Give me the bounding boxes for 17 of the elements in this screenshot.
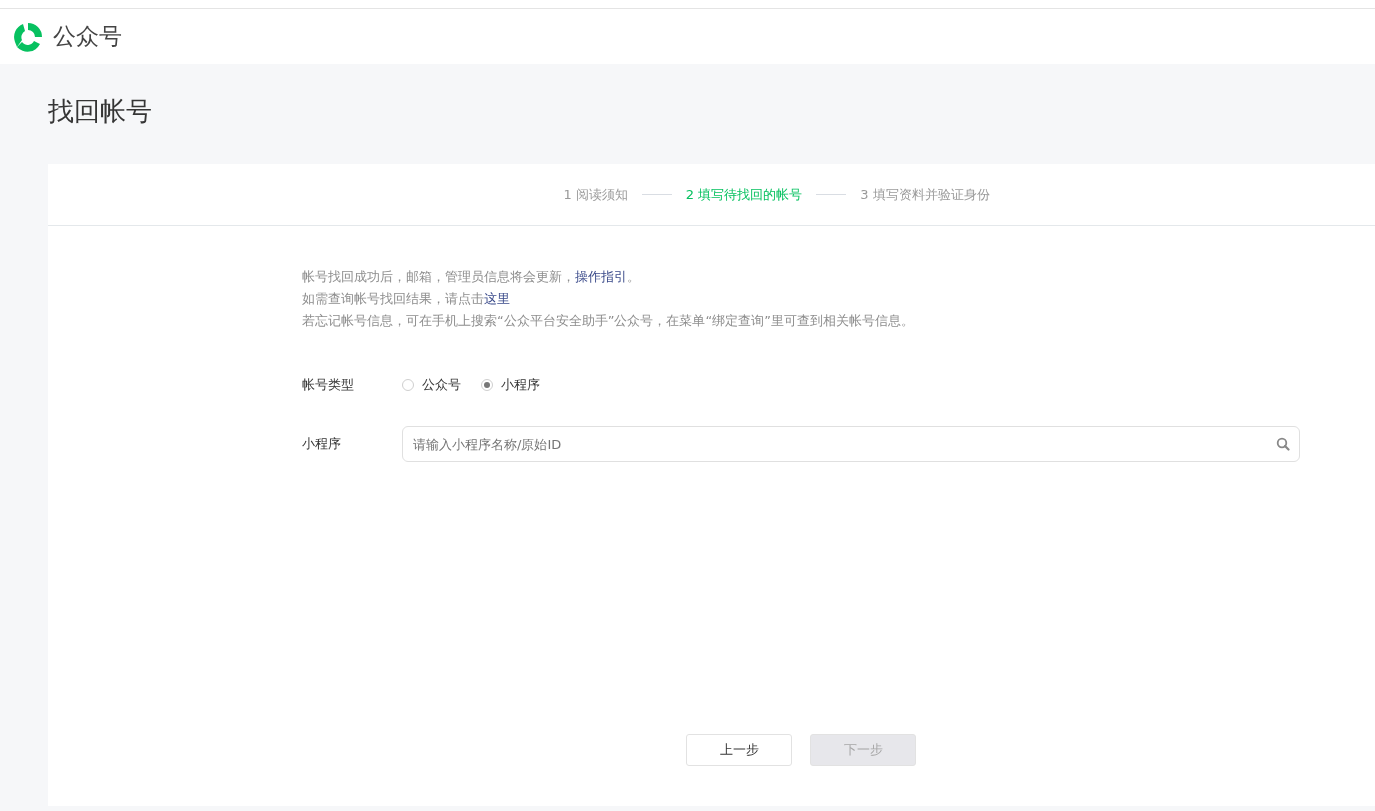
radio-option[interactable]: 小程序	[481, 376, 540, 394]
account-type-label: 帐号类型	[302, 376, 355, 394]
step-label: 1 阅读须知	[563, 185, 628, 204]
search-label: 小程序	[302, 435, 342, 453]
notice-text: 如需查询帐号找回结果，请点击这里	[302, 290, 511, 308]
step-label: 2 填写待找回的帐号	[685, 185, 803, 204]
notice-link[interactable]: 这里	[484, 291, 510, 306]
notice-text: 若忘记帐号信息，可在手机上搜索“公众平台安全助手”公众号，在菜单“绑定查询”里可查到相关帐号信息。	[302, 312, 915, 330]
search-icon[interactable]	[1276, 437, 1290, 451]
search-field[interactable]: 请输入小程序名称/原始ID	[402, 426, 1300, 462]
step-label: 3 填写资料并验证身份	[860, 185, 990, 204]
brand-name: 公众号	[53, 22, 122, 51]
notice-text: 帐号找回成功后，邮箱，管理员信息将会更新，操作指引。	[302, 268, 641, 286]
step-button[interactable]: 上一步	[686, 734, 792, 766]
notice-link[interactable]: 操作指引	[575, 269, 627, 284]
page-title: 找回帐号	[48, 95, 153, 128]
radio-option[interactable]: 公众号	[402, 376, 461, 394]
